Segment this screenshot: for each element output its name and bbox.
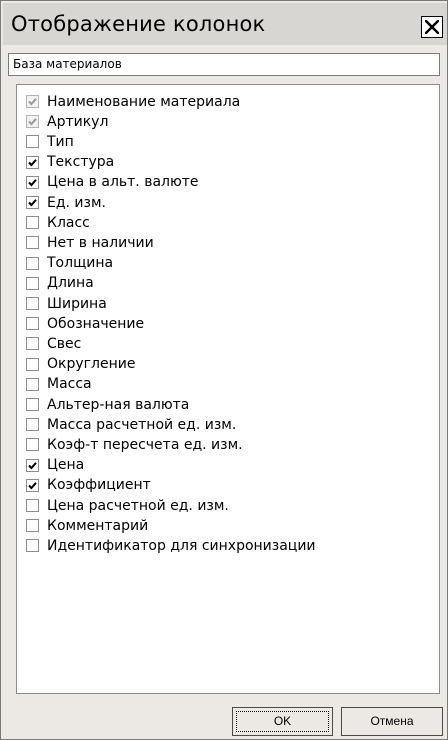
column-checkbox[interactable]: [26, 377, 39, 391]
column-item[interactable]: Свес: [26, 333, 81, 354]
column-item[interactable]: Масса: [26, 374, 92, 395]
close-button[interactable]: [421, 16, 443, 38]
column-item[interactable]: Альтер-ная валюта: [26, 394, 189, 415]
column-label: Коэффициент: [47, 477, 151, 494]
column-item[interactable]: Тип: [26, 131, 74, 152]
column-checkbox[interactable]: [26, 216, 39, 230]
column-checkbox[interactable]: [26, 438, 39, 452]
column-label: Масса расчетной ед. изм.: [47, 416, 237, 433]
column-label: Округление: [47, 356, 136, 373]
column-label: Цена: [47, 457, 85, 474]
column-label: Идентификатор для синхронизации: [47, 537, 316, 554]
title-bar[interactable]: Отображение колонок: [3, 3, 447, 45]
column-item[interactable]: Текстура: [26, 152, 114, 173]
column-label: Текстура: [47, 154, 115, 171]
column-label: Толщина: [47, 255, 114, 272]
column-checkbox[interactable]: [26, 418, 39, 432]
checkmark-icon: [28, 98, 37, 106]
column-label: Артикул: [47, 113, 109, 130]
column-label: Цена в альт. валюте: [47, 174, 199, 191]
column-label: Класс: [47, 214, 90, 231]
column-checkbox[interactable]: [26, 297, 39, 310]
column-checkbox[interactable]: [26, 478, 39, 492]
column-checkbox[interactable]: [26, 135, 39, 149]
column-checkbox[interactable]: [26, 519, 39, 533]
column-checkbox[interactable]: [26, 175, 39, 189]
close-icon: [425, 20, 439, 34]
checkmark-icon: [28, 461, 37, 470]
column-label: Альтер-ная валюта: [47, 396, 190, 413]
column-label: Свес: [47, 335, 82, 352]
column-display-dialog: Отображение колонок База материалов Наим…: [0, 0, 448, 740]
ok-button[interactable]: OK: [232, 707, 333, 736]
column-checkbox[interactable]: [26, 539, 39, 553]
column-checkbox[interactable]: [26, 256, 39, 270]
column-item[interactable]: Цена в альт. валюте: [26, 172, 199, 193]
column-item[interactable]: Масса расчетной ед. изм.: [26, 414, 236, 435]
column-item[interactable]: Толщина: [26, 253, 113, 274]
column-item[interactable]: Комментарий: [26, 515, 148, 536]
column-label: Коэф-т пересчета ед. изм.: [47, 436, 243, 453]
column-item[interactable]: Идентификатор для синхронизации: [26, 535, 316, 556]
checkmark-icon: [28, 199, 37, 207]
column-item[interactable]: Наименование материала: [26, 91, 240, 112]
column-label: Обозначение: [47, 315, 145, 332]
cancel-button[interactable]: Отмена: [341, 707, 443, 736]
column-item[interactable]: Длина: [26, 273, 94, 294]
column-checkbox[interactable]: [26, 276, 39, 290]
column-item[interactable]: Класс: [26, 212, 90, 233]
column-item[interactable]: Обозначение: [26, 313, 144, 334]
column-checkbox: [26, 115, 39, 129]
column-checkbox[interactable]: [26, 155, 39, 169]
column-checkbox[interactable]: [26, 458, 39, 472]
column-checkbox[interactable]: [26, 196, 39, 209]
column-checkbox: [26, 95, 39, 108]
source-field[interactable]: База материалов: [8, 53, 440, 76]
column-item[interactable]: Цена: [26, 455, 84, 476]
column-label: Ширина: [47, 295, 107, 312]
column-label: Нет в наличии: [47, 234, 154, 251]
column-item[interactable]: Коэффициент: [26, 475, 151, 496]
column-item[interactable]: Ед. изм.: [26, 192, 106, 213]
column-checkbox[interactable]: [26, 499, 39, 512]
column-checkbox[interactable]: [26, 357, 39, 371]
column-item[interactable]: Ширина: [26, 293, 107, 314]
column-label: Тип: [47, 133, 74, 150]
checkmark-icon: [28, 158, 37, 167]
column-checkbox[interactable]: [26, 236, 39, 250]
column-item[interactable]: Коэф-т пересчета ед. изм.: [26, 434, 243, 455]
column-label: Масса: [47, 376, 92, 393]
column-item[interactable]: Округление: [26, 354, 135, 375]
column-item[interactable]: Артикул: [26, 111, 108, 132]
column-label: Цена расчетной ед. изм.: [47, 497, 229, 514]
column-label: Наименование материала: [47, 93, 241, 110]
column-label: Длина: [47, 275, 94, 292]
column-checkbox[interactable]: [26, 398, 39, 411]
column-label: Ед. изм.: [47, 194, 106, 211]
column-checkbox[interactable]: [26, 317, 39, 331]
dialog-title: Отображение колонок: [11, 12, 266, 36]
checkmark-icon: [28, 178, 37, 187]
column-checkbox[interactable]: [26, 337, 39, 351]
checkmark-icon: [28, 481, 37, 490]
column-list[interactable]: Наименование материала Артикул Тип Текстура…: [16, 84, 440, 694]
column-item[interactable]: Нет в наличии: [26, 232, 154, 253]
checkmark-icon: [28, 118, 37, 126]
column-label: Комментарий: [47, 517, 149, 534]
column-item[interactable]: Цена расчетной ед. изм.: [26, 495, 229, 516]
